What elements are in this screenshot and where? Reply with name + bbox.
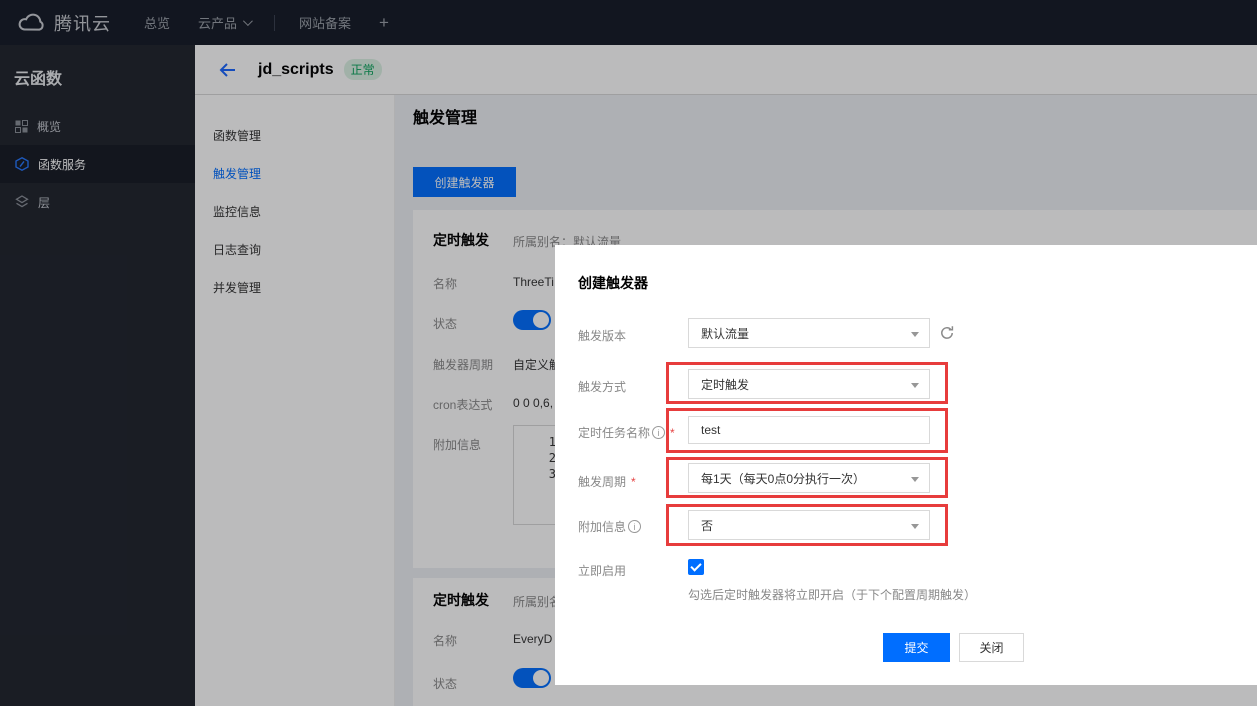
close-button[interactable]: 关闭 <box>959 633 1024 662</box>
cycle-select[interactable]: 每1天（每天0点0分执行一次） <box>688 463 930 493</box>
task-name-input[interactable] <box>688 416 930 444</box>
create-trigger-dialog: 创建触发器 触发版本 默认流量 触发方式 定时触发 定时任务名称 i * 触发周… <box>555 245 1257 685</box>
task-name-label: 定时任务名称 i * <box>578 424 675 441</box>
dropdown-arrow-icon <box>911 524 919 529</box>
extra-select-value: 否 <box>701 517 713 534</box>
version-select[interactable]: 默认流量 <box>688 318 930 348</box>
cycle-label-text: 触发周期 <box>578 473 626 490</box>
version-select-value: 默认流量 <box>701 325 749 342</box>
method-select-value: 定时触发 <box>701 376 749 393</box>
task-name-label-text: 定时任务名称 <box>578 424 650 441</box>
required-asterisk: * <box>631 475 636 489</box>
extra-label: 附加信息 i <box>578 518 641 535</box>
enable-note: 勾选后定时触发器将立即开启（于下个配置周期触发） <box>688 586 976 603</box>
version-label: 触发版本 <box>578 327 626 344</box>
refresh-icon[interactable] <box>939 325 955 344</box>
info-icon[interactable]: i <box>652 426 665 439</box>
dialog-title: 创建触发器 <box>578 273 648 293</box>
dropdown-arrow-icon <box>911 332 919 337</box>
required-asterisk: * <box>670 426 675 440</box>
enable-label: 立即启用 <box>578 562 626 579</box>
enable-now-checkbox[interactable] <box>688 559 704 575</box>
version-label-text: 触发版本 <box>578 327 626 344</box>
dropdown-arrow-icon <box>911 477 919 482</box>
cycle-select-value: 每1天（每天0点0分执行一次） <box>701 470 865 487</box>
method-label-text: 触发方式 <box>578 378 626 395</box>
submit-button[interactable]: 提交 <box>883 633 950 662</box>
info-icon[interactable]: i <box>628 520 641 533</box>
method-select[interactable]: 定时触发 <box>688 369 930 399</box>
extra-select[interactable]: 否 <box>688 510 930 540</box>
extra-label-text: 附加信息 <box>578 518 626 535</box>
cycle-label: 触发周期 * <box>578 473 636 490</box>
enable-label-text: 立即启用 <box>578 562 626 579</box>
dropdown-arrow-icon <box>911 383 919 388</box>
method-label: 触发方式 <box>578 378 626 395</box>
